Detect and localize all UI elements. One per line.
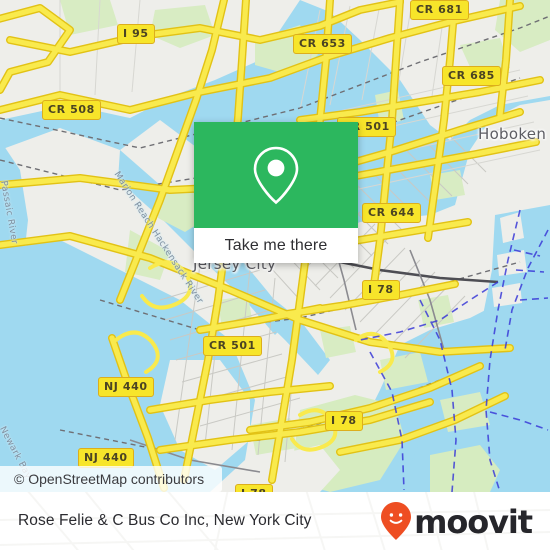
- footer-bar: Rose Felie & C Bus Co Inc, New York City…: [0, 492, 550, 550]
- highway-shield: CR 508: [42, 100, 101, 120]
- highway-shield: I 78: [235, 484, 273, 492]
- take-me-there-card[interactable]: Take me there: [194, 122, 358, 263]
- highway-shield: NJ 440: [78, 448, 134, 468]
- highway-shield: CR 653: [293, 34, 352, 54]
- highway-shield: I 95: [117, 24, 155, 44]
- highway-shield: CR 644: [362, 203, 421, 223]
- map-pin-icon: [253, 146, 299, 205]
- highway-shield: CR 681: [410, 0, 469, 20]
- moovit-map-screenshot: Hoboken Jersey City Passaic River Marion R…: [0, 0, 550, 550]
- take-me-there-label[interactable]: Take me there: [194, 228, 358, 263]
- moovit-logo[interactable]: moovit: [380, 501, 533, 541]
- highway-shield: I 78: [362, 280, 400, 300]
- osm-attribution[interactable]: © OpenStreetMap contributors: [0, 466, 223, 492]
- highway-shield: NJ 440: [98, 377, 154, 397]
- highway-shield: CR 501: [203, 336, 262, 356]
- highway-shield: CR 685: [442, 66, 501, 86]
- highway-shield: I 78: [325, 411, 363, 431]
- card-icon-area: [194, 122, 358, 228]
- page-title: Rose Felie & C Bus Co Inc, New York City: [18, 512, 312, 529]
- moovit-wordmark: moovit: [414, 503, 533, 541]
- moovit-smiley-pin-icon: [381, 502, 412, 540]
- map-canvas[interactable]: Hoboken Jersey City Passaic River Marion R…: [0, 0, 550, 492]
